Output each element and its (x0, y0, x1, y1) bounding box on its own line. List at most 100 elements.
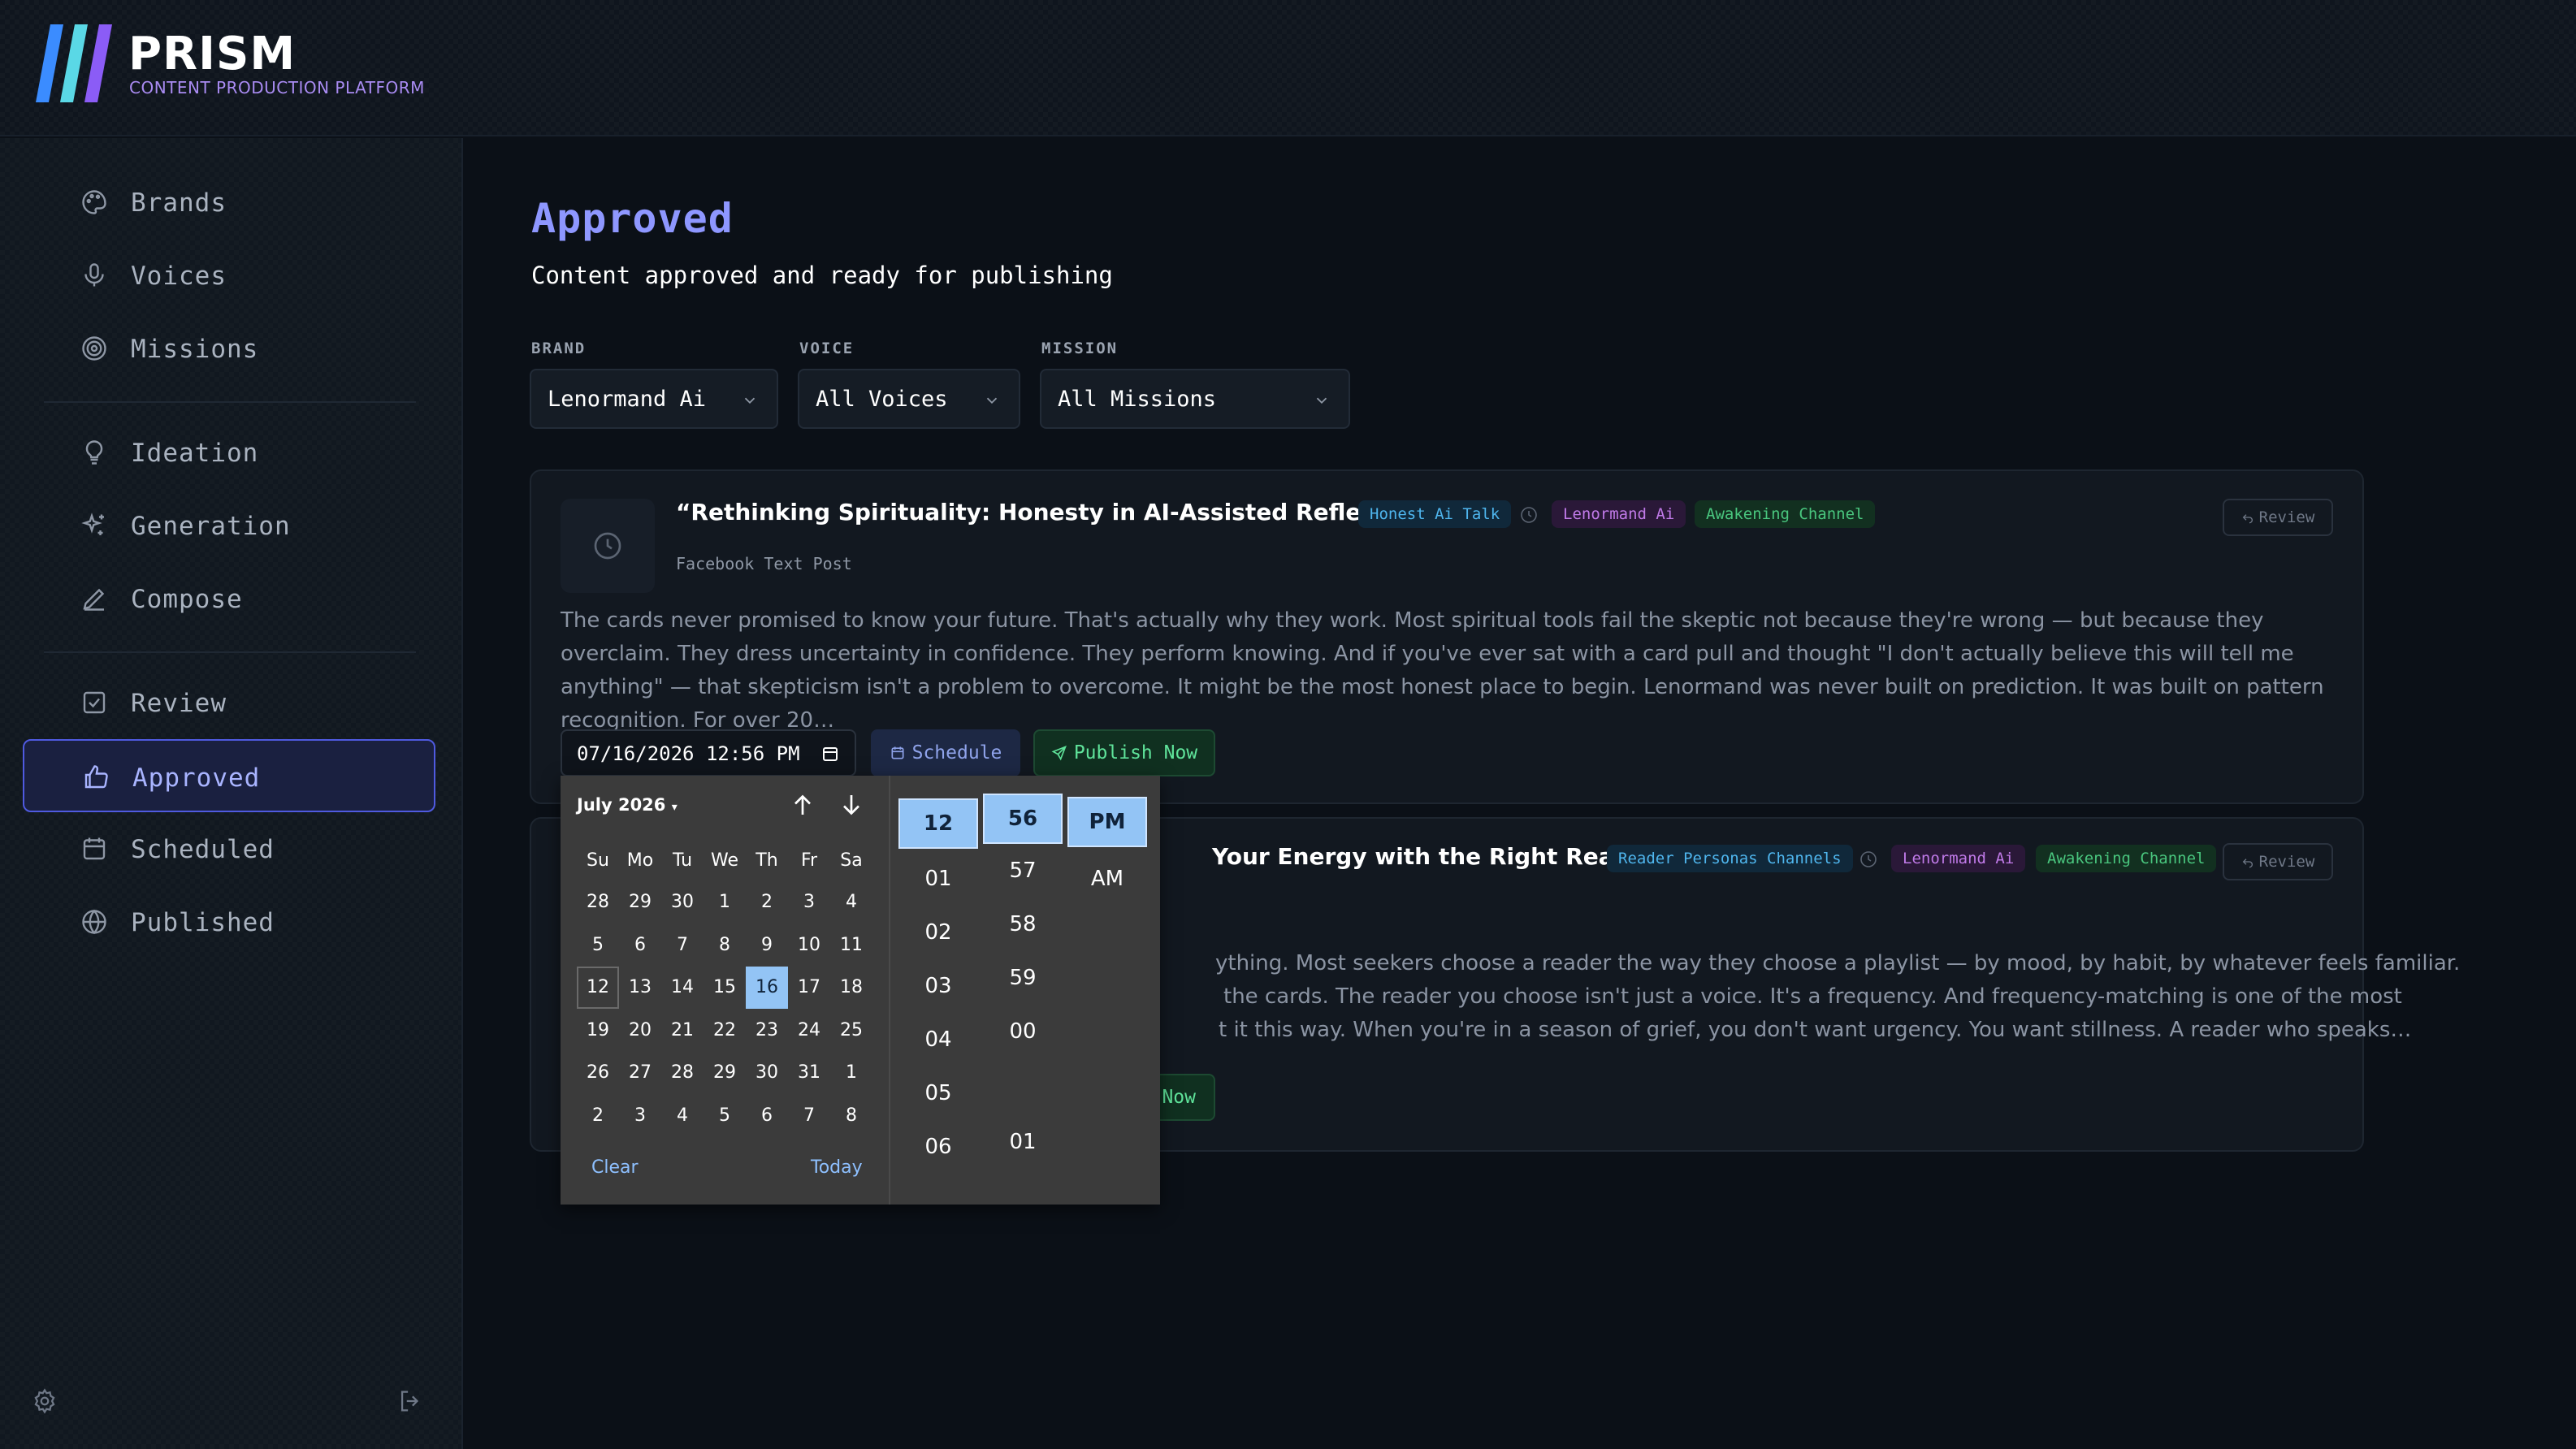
sidebar-item-published[interactable]: Published (23, 885, 435, 958)
calendar-day[interactable]: 22 (704, 1010, 746, 1052)
sidebar-item-scheduled[interactable]: Scheduled (23, 812, 435, 885)
mission-tag: Awakening Channel (1695, 500, 1876, 528)
card-body-line: the cards. The reader you choose isn't j… (1223, 984, 2402, 1009)
minute-option[interactable]: 57 (983, 846, 1063, 896)
hour-option[interactable]: 02 (898, 907, 978, 958)
calendar-day[interactable]: 25 (830, 1010, 872, 1052)
hour-option[interactable]: 06 (898, 1122, 978, 1172)
clock-icon (594, 532, 621, 560)
calendar-day[interactable]: 30 (746, 1052, 788, 1094)
hour-option[interactable]: 03 (898, 961, 978, 1011)
publish-now-button[interactable]: Publish Now (1033, 729, 1215, 776)
calendar-day[interactable]: 20 (619, 1010, 661, 1052)
calendar-day[interactable]: 4 (830, 881, 872, 923)
prism-logo-icon (36, 24, 112, 102)
hour-option[interactable]: 04 (898, 1014, 978, 1065)
voice-select[interactable]: All Voices (798, 369, 1020, 429)
arrow-up-icon[interactable] (788, 790, 817, 820)
settings-gear-icon[interactable] (31, 1387, 58, 1415)
logout-icon[interactable] (396, 1387, 424, 1415)
minute-option[interactable]: 00 (983, 1006, 1063, 1057)
brand-tag: Lenormand Ai (1552, 500, 1686, 528)
brand-select[interactable]: Lenormand Ai (530, 369, 778, 429)
calendar-day[interactable]: 7 (661, 924, 704, 967)
hour-option[interactable]: 05 (898, 1068, 978, 1118)
mission-tag: Awakening Channel (2036, 845, 2217, 872)
calendar-day[interactable]: 21 (661, 1010, 704, 1052)
calendar-day[interactable]: 17 (788, 967, 830, 1009)
mission-select[interactable]: All Missions (1040, 369, 1350, 429)
meridiem-option[interactable]: AM (1067, 854, 1147, 904)
sidebar-item-review[interactable]: Review (23, 666, 435, 739)
sidebar-item-generation[interactable]: Generation (23, 489, 435, 562)
meridiem-option[interactable]: PM (1067, 797, 1147, 847)
minute-option[interactable]: 56 (983, 794, 1063, 844)
sidebar-item-label: Generation (131, 512, 291, 541)
minute-option[interactable]: 59 (983, 953, 1063, 1003)
calendar-day[interactable]: 15 (704, 967, 746, 1009)
schedule-datetime-input[interactable]: 07/16/2026 12:56 PM (561, 729, 856, 776)
sidebar-divider (44, 401, 416, 403)
sidebar-item-ideation[interactable]: Ideation (23, 416, 435, 489)
month-selector[interactable]: July 2026 ▾ (577, 795, 678, 815)
calendar-day[interactable]: 29 (704, 1052, 746, 1094)
calendar-day[interactable]: 24 (788, 1010, 830, 1052)
calendar-day[interactable]: 14 (661, 967, 704, 1009)
calendar-day[interactable]: 12 (577, 967, 619, 1009)
sidebar-item-compose[interactable]: Compose (23, 562, 435, 635)
calendar-day[interactable]: 30 (661, 881, 704, 923)
calendar-day[interactable]: 9 (746, 924, 788, 967)
arrow-down-icon[interactable] (837, 790, 866, 820)
calendar-day[interactable]: 8 (704, 924, 746, 967)
sidebar-item-approved[interactable]: Approved (23, 739, 435, 812)
calendar-day[interactable]: 19 (577, 1010, 619, 1052)
palette-icon (82, 190, 106, 214)
calendar-day[interactable]: 2 (577, 1095, 619, 1137)
hour-option[interactable]: 12 (898, 798, 978, 849)
sidebar-divider (44, 651, 416, 653)
mission-select-value: All Missions (1058, 387, 1217, 412)
calendar-day[interactable]: 6 (746, 1095, 788, 1137)
calendar-day[interactable]: 10 (788, 924, 830, 967)
calendar-day[interactable]: 11 (830, 924, 872, 967)
calendar-day[interactable]: 13 (619, 967, 661, 1009)
calendar-day[interactable]: 26 (577, 1052, 619, 1094)
calendar-day[interactable]: 1 (704, 881, 746, 923)
target-icon (82, 336, 106, 361)
picker-divider (889, 776, 890, 1205)
calendar-day[interactable]: 3 (619, 1095, 661, 1137)
today-button[interactable]: Today (811, 1157, 863, 1178)
review-button[interactable]: Review (2223, 843, 2333, 880)
calendar-day[interactable]: 7 (788, 1095, 830, 1137)
calendar-day[interactable]: 18 (830, 967, 872, 1009)
calendar-day[interactable]: 2 (746, 881, 788, 923)
calendar-day[interactable]: 31 (788, 1052, 830, 1094)
sidebar-item-label: Missions (131, 335, 259, 364)
calendar-day[interactable]: 27 (619, 1052, 661, 1094)
minute-option[interactable]: 58 (983, 899, 1063, 949)
schedule-button[interactable]: Schedule (871, 729, 1020, 776)
minute-option[interactable]: 01 (983, 1117, 1063, 1167)
calendar-day[interactable]: 8 (830, 1095, 872, 1137)
calendar-day[interactable]: 4 (661, 1095, 704, 1137)
review-button[interactable]: Review (2223, 499, 2333, 536)
calendar-icon (891, 746, 904, 759)
chevron-down-icon (986, 397, 998, 404)
calendar-day[interactable]: 6 (619, 924, 661, 967)
sidebar-item-brands[interactable]: Brands (23, 166, 435, 239)
calendar-day[interactable]: 23 (746, 1010, 788, 1052)
calendar-day[interactable]: 3 (788, 881, 830, 923)
sidebar-item-missions[interactable]: Missions (23, 312, 435, 385)
calendar-day[interactable]: 29 (619, 881, 661, 923)
calendar-day[interactable]: 5 (577, 924, 619, 967)
calendar-day[interactable]: 16 (746, 967, 788, 1009)
hour-option[interactable]: 01 (898, 854, 978, 904)
calendar-day[interactable]: 28 (661, 1052, 704, 1094)
calendar-day[interactable]: 1 (830, 1052, 872, 1094)
weekday-header: Th (755, 850, 778, 871)
clear-date-button[interactable]: Clear (591, 1157, 639, 1178)
calendar-day[interactable]: 28 (577, 881, 619, 923)
sidebar-item-voices[interactable]: Voices (23, 239, 435, 312)
calendar-icon[interactable] (820, 744, 840, 763)
calendar-day[interactable]: 5 (704, 1095, 746, 1137)
